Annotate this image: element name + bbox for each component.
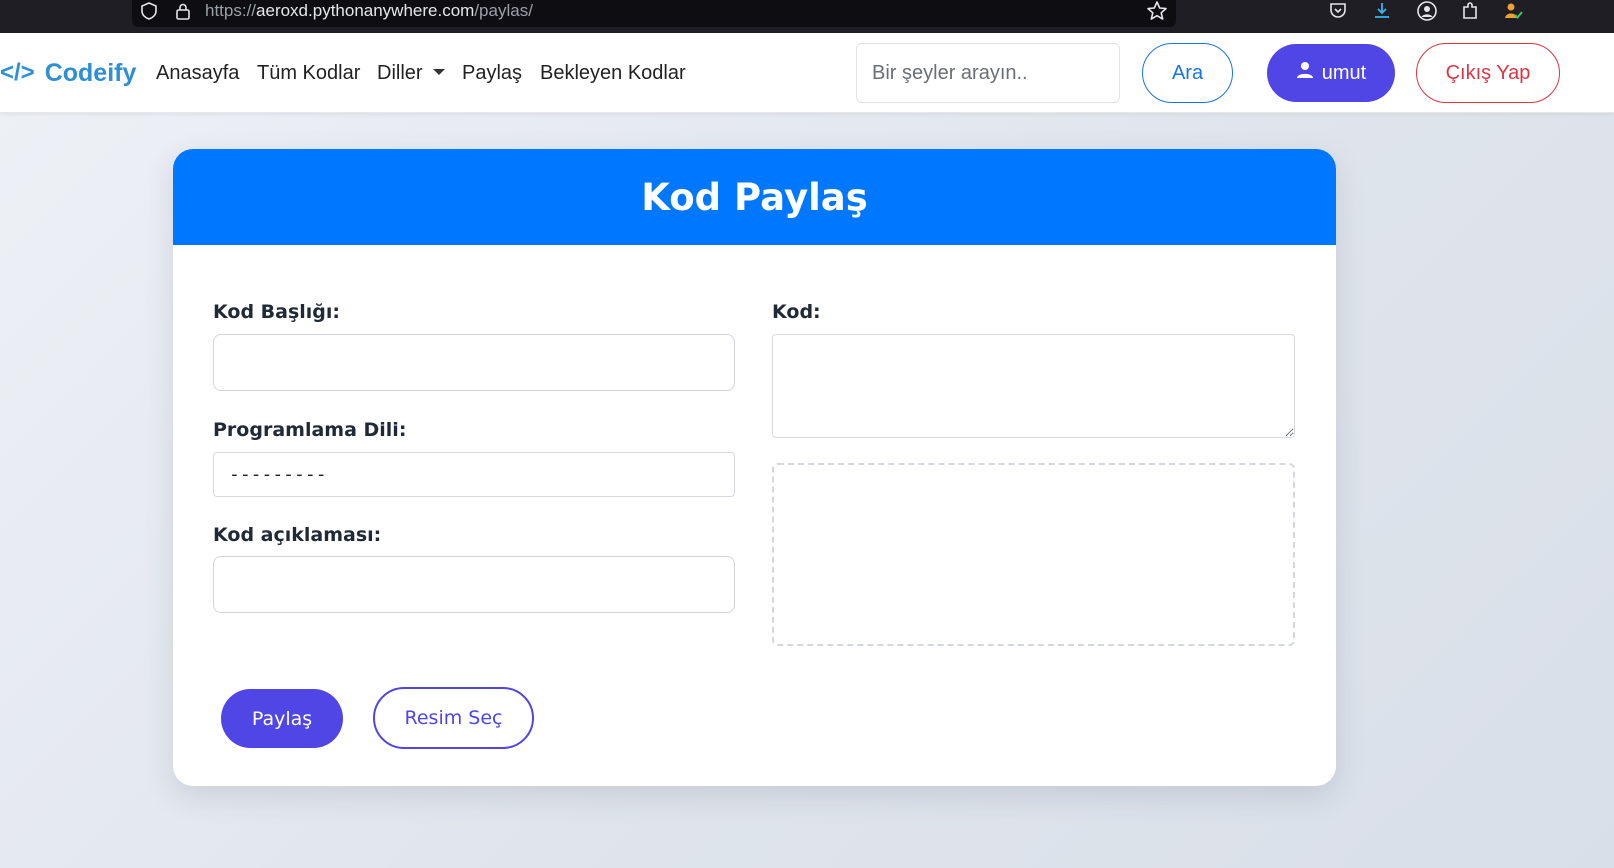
nav-link-bekleyen-kodlar[interactable]: Bekleyen Kodlar	[540, 61, 686, 85]
share-code-card: Kod Paylaş Kod Başlığı: Programlama Dili…	[173, 149, 1336, 786]
nav-link-tum-kodlar[interactable]: Tüm Kodlar	[257, 61, 360, 85]
extension-user-icon[interactable]	[1503, 0, 1523, 22]
user-button[interactable]: umut	[1267, 44, 1395, 102]
user-icon	[1296, 61, 1314, 85]
language-label: Programlama Dili:	[213, 419, 407, 441]
download-icon[interactable]	[1372, 0, 1392, 22]
account-icon[interactable]	[1416, 0, 1438, 22]
bookmark-star-icon[interactable]	[1146, 0, 1168, 22]
logout-button[interactable]: Çıkış Yap	[1416, 43, 1560, 103]
user-name: umut	[1321, 61, 1367, 84]
code-title-input[interactable]	[213, 334, 735, 391]
choose-image-button[interactable]: Resim Seç	[373, 687, 534, 749]
share-button[interactable]: Paylaş	[221, 689, 343, 748]
brand-name: Codeify	[44, 58, 137, 87]
brand-logo[interactable]: </> Codeify	[0, 57, 136, 89]
nav-link-paylas[interactable]: Paylaş	[462, 61, 522, 85]
extensions-icon[interactable]	[1460, 0, 1480, 22]
language-select[interactable]: ---------	[213, 452, 735, 497]
nav-link-anasayfa[interactable]: Anasayfa	[156, 61, 239, 85]
browser-toolbar: https://aeroxd.pythonanywhere.com/paylas…	[0, 0, 1614, 33]
image-dropzone[interactable]	[772, 463, 1295, 646]
url-text[interactable]: https://aeroxd.pythonanywhere.com/paylas…	[205, 0, 533, 22]
navbar: </> Codeify Anasayfa Tüm Kodlar Diller P…	[0, 33, 1614, 113]
nav-dropdown-diller[interactable]: Diller	[377, 61, 445, 85]
lock-icon[interactable]	[174, 0, 192, 22]
search-button[interactable]: Ara	[1142, 43, 1233, 103]
description-label: Kod açıklaması:	[213, 524, 382, 546]
search-input[interactable]	[856, 43, 1120, 103]
language-selected-value: ---------	[229, 464, 327, 485]
pocket-icon[interactable]	[1328, 0, 1348, 22]
code-icon: </>	[0, 59, 35, 86]
code-label: Kod:	[772, 301, 821, 323]
card-title: Kod Paylaş	[173, 149, 1336, 245]
code-textarea[interactable]	[772, 334, 1295, 438]
code-title-label: Kod Başlığı:	[213, 301, 341, 323]
shield-icon[interactable]	[140, 0, 158, 22]
description-input[interactable]	[213, 556, 735, 613]
